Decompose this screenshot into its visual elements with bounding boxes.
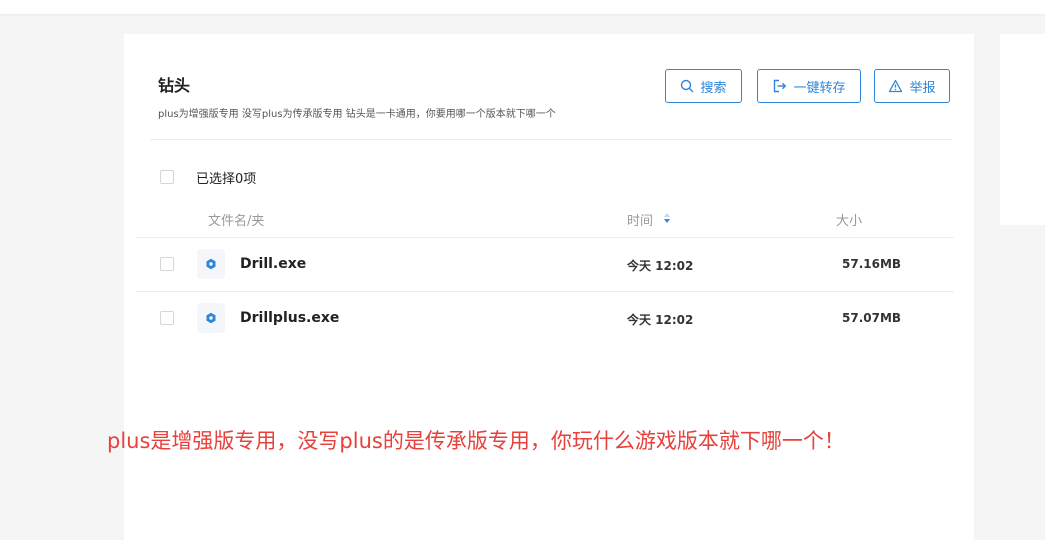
file-name[interactable]: Drill.exe: [240, 256, 306, 272]
file-size: 57.16MB: [842, 257, 902, 271]
save-button-label: 一键转存: [793, 80, 846, 96]
share-description: plus为增强版专用 没写plus为传承版专用 钻头是一卡通用，你要用哪一个版本…: [158, 109, 556, 120]
selected-count: 已选择0项: [196, 172, 257, 187]
row-divider: [136, 291, 954, 292]
report-button[interactable]: 举报: [874, 69, 950, 103]
column-header-name[interactable]: 文件名/夹: [208, 210, 264, 229]
file-name[interactable]: Drillplus.exe: [240, 310, 339, 326]
page-title: 钻头: [158, 76, 191, 95]
warning-icon: [888, 79, 903, 93]
search-button-label: 搜索: [700, 80, 727, 96]
select-all-checkbox[interactable]: [160, 170, 174, 184]
column-header-size[interactable]: 大小: [836, 210, 862, 229]
top-bar: [0, 0, 1045, 14]
search-icon: [680, 79, 694, 93]
share-panel: 钻头 plus为增强版专用 没写plus为传承版专用 钻头是一卡通用，你要用哪一…: [124, 34, 974, 540]
column-header-time-label: 时间: [627, 214, 654, 229]
file-time: 今天 12:02: [627, 313, 694, 327]
exe-gear-icon: [197, 249, 225, 279]
save-to-drive-button[interactable]: 一键转存: [757, 69, 861, 103]
side-panel: [1000, 34, 1045, 225]
annotation-text: plus是增强版专用，没写plus的是传承版专用，你玩什么游戏版本就下哪一个！: [107, 429, 845, 453]
sort-icon[interactable]: [663, 212, 671, 228]
row-divider: [136, 237, 954, 238]
report-button-label: 举报: [909, 80, 936, 96]
header-divider: [150, 139, 952, 140]
file-size: 57.07MB: [842, 311, 902, 325]
exe-gear-icon: [197, 303, 225, 333]
search-button[interactable]: 搜索: [665, 69, 742, 103]
row-checkbox[interactable]: [160, 257, 174, 271]
export-icon: [772, 79, 787, 93]
row-checkbox[interactable]: [160, 311, 174, 325]
column-header-time[interactable]: 时间: [627, 210, 671, 229]
file-time: 今天 12:02: [627, 259, 694, 273]
